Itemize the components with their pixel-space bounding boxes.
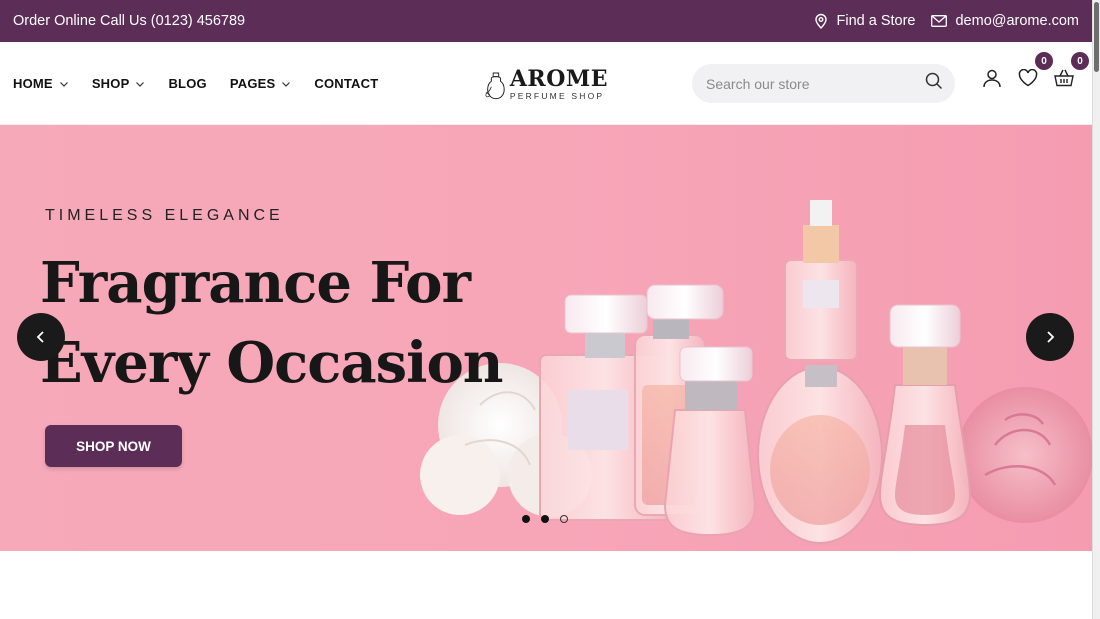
location-pin-icon	[814, 13, 828, 29]
page-scrollbar[interactable]	[1092, 0, 1100, 619]
chevron-left-icon	[36, 331, 44, 343]
top-bar: Order Online Call Us (0123) 456789 Find …	[0, 0, 1092, 42]
logo-tagline: PERFUME SHOP	[509, 90, 605, 101]
chevron-down-icon	[282, 81, 291, 87]
main-nav: HOME SHOP BLOG PAGES CONTACT	[13, 42, 401, 125]
main-header: HOME SHOP BLOG PAGES CONTACT AROME PERFU…	[0, 42, 1092, 125]
nav-item-home[interactable]: HOME	[13, 76, 69, 91]
perfume-bottles-image	[420, 200, 1092, 544]
hero-kicker: TIMELESS ELEGANCE	[45, 207, 284, 224]
perfume-bottle-logo-icon	[485, 72, 505, 100]
slider-pagination	[522, 515, 568, 523]
header-actions: 0 0	[980, 52, 1089, 98]
email-link[interactable]: demo@arome.com	[931, 13, 1079, 29]
slider-next-button[interactable]	[1026, 313, 1074, 361]
chevron-right-icon	[1047, 331, 1055, 343]
search-input[interactable]	[706, 75, 925, 92]
basket-icon	[1054, 69, 1074, 87]
chevron-down-icon	[59, 81, 68, 87]
site-logo[interactable]: AROME PERFUME SHOP	[484, 64, 608, 104]
nav-item-shop[interactable]: SHOP	[92, 76, 146, 91]
nav-label: BLOG	[168, 76, 207, 91]
hero-headline-line1: Fragrance For	[40, 250, 471, 316]
nav-item-blog[interactable]: BLOG	[168, 76, 206, 91]
hero-headline: Fragrance For Every Occasion	[40, 243, 504, 403]
account-button[interactable]	[980, 66, 1004, 90]
email-label: demo@arome.com	[955, 13, 1079, 29]
nav-label: SHOP	[91, 76, 130, 91]
slider-prev-button[interactable]	[17, 313, 65, 361]
wishlist-count-badge: 0	[1035, 52, 1053, 70]
cart-count-badge: 0	[1071, 52, 1089, 70]
order-phone-text: Order Online Call Us (0123) 456789	[13, 13, 246, 29]
scrollbar-thumb[interactable]	[1094, 2, 1099, 72]
user-icon	[983, 69, 1001, 88]
envelope-icon	[931, 15, 948, 27]
nav-label: HOME	[13, 76, 53, 91]
heart-icon	[1018, 69, 1038, 87]
wishlist-button[interactable]: 0	[1016, 52, 1053, 90]
nav-item-contact[interactable]: CONTACT	[314, 76, 378, 91]
nav-item-pages[interactable]: PAGES	[230, 76, 292, 91]
find-store-label: Find a Store	[836, 13, 916, 29]
hero-slider: TIMELESS ELEGANCE Fragrance For Every Oc…	[0, 125, 1092, 551]
top-bar-links: Find a Store demo@arome.com	[814, 13, 1079, 29]
find-store-link[interactable]: Find a Store	[814, 13, 915, 29]
search-icon[interactable]	[925, 72, 943, 95]
chevron-down-icon	[136, 81, 145, 87]
slider-dot[interactable]	[560, 515, 568, 523]
cart-button[interactable]: 0	[1052, 52, 1089, 90]
logo-name: AROME	[509, 65, 608, 92]
hero-headline-line2: Every Occasion	[40, 330, 504, 396]
shop-now-button[interactable]: SHOP NOW	[45, 425, 182, 467]
slider-dot[interactable]	[522, 515, 530, 523]
nav-label: PAGES	[229, 76, 276, 91]
slider-dot-active[interactable]	[541, 515, 549, 523]
nav-label: CONTACT	[314, 76, 379, 91]
search-bar	[692, 64, 955, 103]
